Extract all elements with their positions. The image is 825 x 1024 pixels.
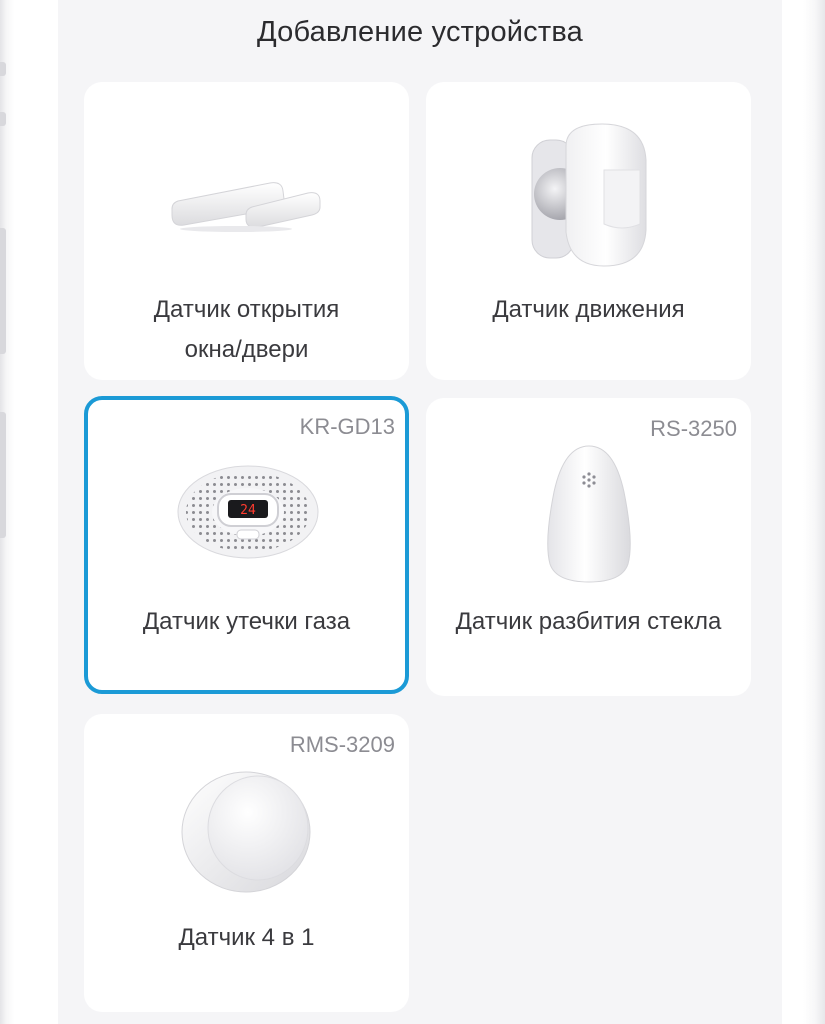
device-card-label: Датчик 4 в 1 — [178, 924, 315, 951]
glass-break-sensor-icon — [547, 445, 631, 583]
device-model-label: KR-GD13 — [299, 414, 395, 439]
page-title: Добавление устройства — [257, 16, 583, 48]
device-card-label: Датчик утечки газа — [142, 608, 351, 635]
device-card-label: Датчик открытия — [153, 296, 340, 323]
door-window-sensor-icon — [171, 182, 321, 232]
motion-sensor-icon — [531, 123, 647, 267]
device-card-motion-sensor[interactable]: Датчик движения — [426, 82, 751, 380]
phone-side-button — [0, 62, 6, 76]
phone-volume-down-button — [0, 412, 6, 538]
device-model-label: RMS-3209 — [289, 732, 395, 757]
device-card-multisensor[interactable]: RMS-3209 Датчик 4 в 1 — [84, 714, 409, 1012]
phone-volume-up-button — [0, 228, 6, 354]
phone-frame-right — [803, 0, 825, 1024]
device-card-label: окна/двери — [184, 336, 309, 363]
gas-display-value: 24 — [240, 503, 256, 518]
phone-side-button — [0, 112, 6, 126]
device-card-gas-leak-sensor[interactable]: KR-GD13 24 Датчик утечки газа — [84, 396, 409, 694]
multisensor-icon — [181, 771, 311, 893]
device-card-label: Датчик движения — [492, 296, 685, 323]
device-model-label: RS-3250 — [650, 416, 737, 441]
device-card-label: Датчик разбития стекла — [455, 608, 722, 635]
add-device-screen: Добавление устройства Датчик открытия ок… — [58, 0, 782, 1024]
gas-leak-sensor-icon: 24 — [177, 465, 319, 559]
device-card-door-window-sensor[interactable]: Датчик открытия окна/двери — [84, 82, 409, 380]
device-card-glass-break-sensor[interactable]: RS-3250 Датчик разбития стекла — [426, 398, 751, 696]
